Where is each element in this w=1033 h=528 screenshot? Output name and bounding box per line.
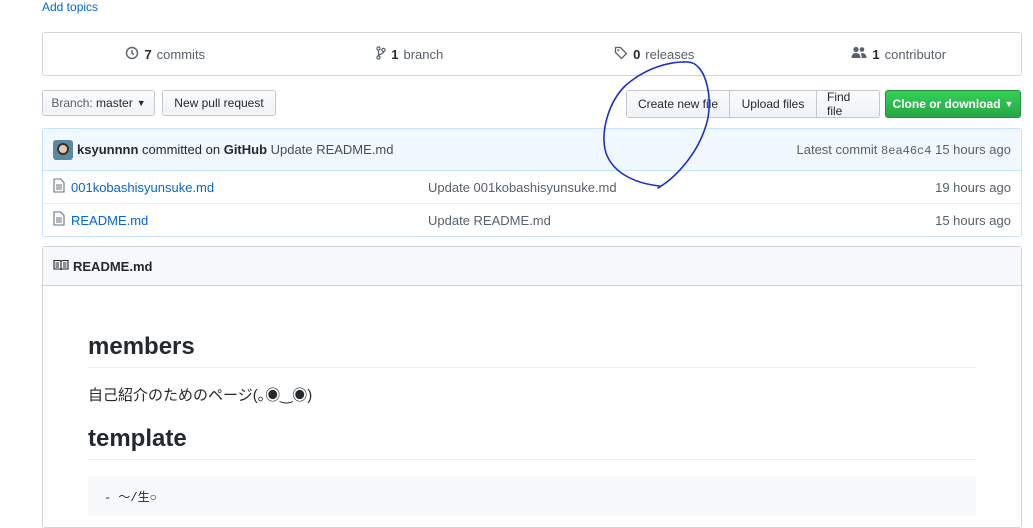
code-block: - ～/生○ <box>88 476 976 516</box>
repo-summary-bar: 7 commits 1 branch 0 releases 1 contribu… <box>42 32 1022 76</box>
commit-action: committed on <box>142 142 221 157</box>
hand-drawn-circle-annotation <box>603 61 710 189</box>
book-icon <box>53 259 69 274</box>
caret-down-icon: ▼ <box>1004 99 1014 109</box>
readme-body: members 自己紹介のためのページ(｡◉‿◉) template - ～/生… <box>88 287 976 516</box>
branch-name: master <box>96 96 133 110</box>
template-heading: template <box>88 425 976 460</box>
people-icon <box>851 46 867 62</box>
file-commit-message[interactable]: Update README.md <box>428 213 935 228</box>
file-row: 001kobashisyunsuke.md Update 001kobashis… <box>43 171 1021 204</box>
new-pull-request-button[interactable]: New pull request <box>162 90 276 116</box>
latest-commit-label: Latest commit <box>796 141 878 157</box>
clone-or-download-button[interactable]: Clone or download ▼ <box>885 90 1021 118</box>
branch-count: 1 <box>391 46 399 62</box>
file-name-link[interactable]: README.md <box>71 213 148 228</box>
commit-message[interactable]: Update README.md <box>271 142 394 157</box>
contributor-count: 1 <box>872 46 880 62</box>
commit-age: 15 hours ago <box>935 141 1011 157</box>
avatar[interactable] <box>53 139 73 160</box>
find-file-button[interactable]: Find file <box>817 91 879 117</box>
upload-files-button[interactable]: Upload files <box>730 91 817 117</box>
caret-down-icon: ▼ <box>136 98 146 108</box>
file-list: ksyunnnn committed on GitHub Update READ… <box>42 128 1022 237</box>
commits-stat[interactable]: 7 commits <box>43 33 288 75</box>
commit-via: GitHub <box>223 142 268 157</box>
contributor-label: contributor <box>884 46 947 62</box>
readme-panel: README.md members 自己紹介のためのページ(｡◉‿◉) temp… <box>42 246 1022 528</box>
branch-label: branch <box>403 46 444 62</box>
file-row: README.md Update README.md 15 hours ago <box>43 204 1021 236</box>
file-age: 19 hours ago <box>935 179 1011 195</box>
commit-sha[interactable]: 8ea46c4 <box>881 144 931 158</box>
history-icon <box>125 46 139 63</box>
readme-title: README.md <box>73 258 153 274</box>
members-heading: members <box>88 333 976 368</box>
file-icon <box>53 178 65 196</box>
contributors-stat[interactable]: 1 contributor <box>777 33 1022 75</box>
readme-header: README.md <box>43 247 1021 286</box>
commit-author[interactable]: ksyunnnn <box>77 142 138 157</box>
commits-count: 7 <box>144 46 152 62</box>
branch-select-button[interactable]: Branch: master ▼ <box>42 90 155 116</box>
file-name-link[interactable]: 001kobashisyunsuke.md <box>71 180 214 195</box>
intro-text: 自己紹介のためのページ(｡◉‿◉) <box>88 387 313 404</box>
branch-prefix: Branch: <box>51 96 93 110</box>
branch-icon <box>376 45 386 63</box>
file-icon <box>53 211 65 229</box>
latest-commit-bar: ksyunnnn committed on GitHub Update READ… <box>43 129 1021 171</box>
commits-label: commits <box>156 46 206 62</box>
branch-stat[interactable]: 1 branch <box>288 33 533 75</box>
add-topics-link[interactable]: Add topics <box>42 0 98 14</box>
clone-label: Clone or download <box>892 97 1001 111</box>
latest-commit-info: Latest commit 8ea46c4 15 hours ago <box>797 142 1012 158</box>
file-age: 15 hours ago <box>935 212 1011 228</box>
